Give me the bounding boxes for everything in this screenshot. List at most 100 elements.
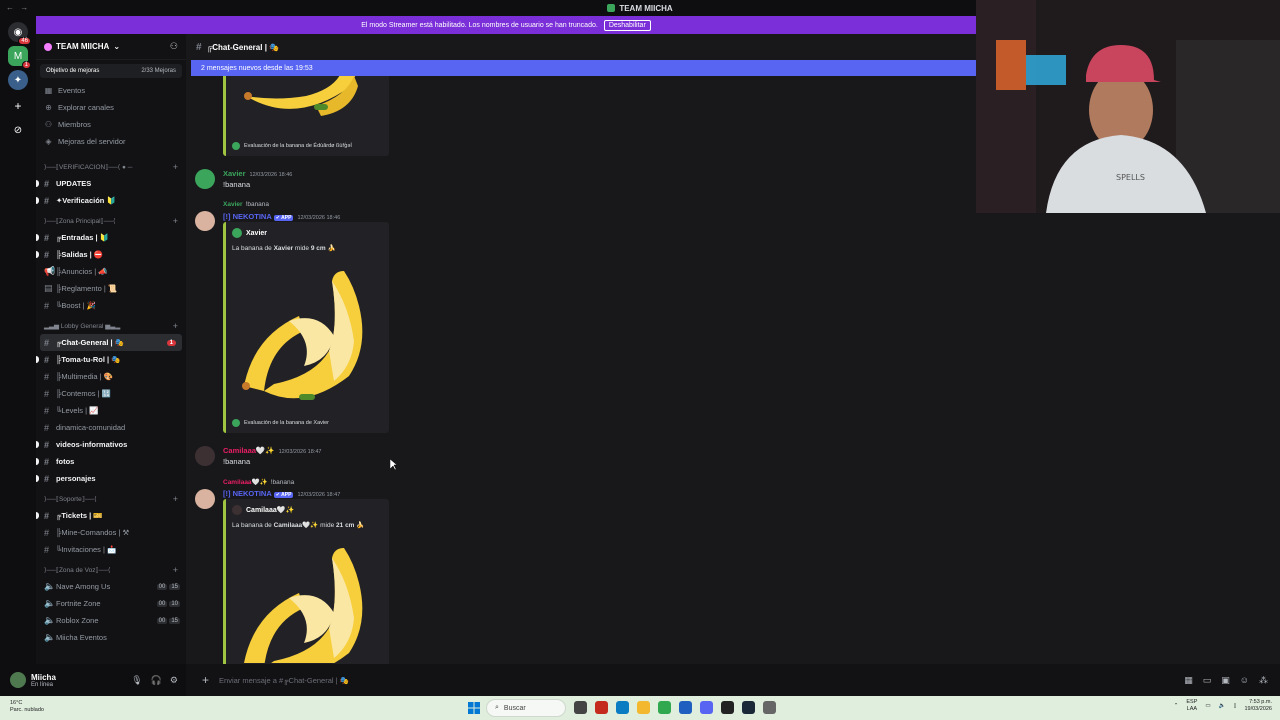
embed-card: Camilaaa🤍✨ La banana de Camilaaa🤍✨ mide … (223, 499, 389, 664)
server-other-icon[interactable]: ✦ (8, 70, 28, 90)
message-author[interactable]: [!] NEKOTINA ✔ APP 12/03/2026 18:46 (223, 212, 340, 221)
add-channel-icon[interactable]: + (173, 321, 178, 331)
gift-icon[interactable]: ▦ (1184, 675, 1193, 686)
message-author[interactable]: Camilaaa🤍✨ 12/03/2026 18:47 (223, 446, 321, 455)
boost-goal[interactable]: Objetivo de mejoras 2/33 Mejoras (40, 64, 182, 78)
channel-contemos[interactable]: # ╠Contemos | 🔢 (36, 385, 186, 402)
channel-reglamento[interactable]: ▤ ╠Reglamento | 📜 (36, 280, 186, 297)
channel-salidas[interactable]: # ╠Salidas | ⛔ (36, 246, 186, 263)
rules-icon: ▤ (44, 283, 53, 293)
windows-start-icon[interactable] (468, 702, 480, 714)
avatar[interactable] (195, 446, 215, 466)
chrome-icon[interactable] (658, 701, 671, 714)
channel-fotos[interactable]: # fotos (36, 453, 186, 470)
avatar[interactable] (10, 672, 26, 688)
volume-icon[interactable]: 🔈 (1219, 703, 1226, 709)
channel-verificacion[interactable]: # ✦Verificación 🔰 (36, 192, 186, 209)
voice-channel-fortnite[interactable]: 🔈 Fortnite Zone 00 10 (36, 595, 186, 612)
steam-icon[interactable] (742, 701, 755, 714)
server-header[interactable]: TEAM MIICHA ⌄ ⚇ (36, 34, 186, 60)
gif-icon[interactable]: ▭ (1203, 675, 1212, 686)
new-messages-bar[interactable]: 2 mensajes nuevos desde las 19:53 (191, 60, 976, 76)
voice-channel-roblox[interactable]: 🔈 Roblox Zone 00 15 (36, 612, 186, 629)
sidebar-item-mejoras[interactable]: ◈ Mejoras del servidor (36, 133, 186, 150)
channel-personajes[interactable]: # personajes (36, 470, 186, 487)
nav-arrows[interactable]: ← → (6, 3, 30, 12)
message-author[interactable]: Xavier 12/03/2026 18:46 (223, 169, 292, 178)
edge-icon[interactable] (616, 701, 629, 714)
sticker-icon[interactable]: ▣ (1221, 675, 1230, 686)
voice-channel-eventos[interactable]: 🔈 Miicha Eventos (36, 629, 186, 646)
user-info[interactable]: Miicha En línea (31, 673, 56, 688)
disable-streamer-button[interactable]: Deshabilitar (603, 19, 651, 31)
headphones-icon[interactable]: 🎧 (151, 675, 162, 686)
apps-icon[interactable]: ⁂ (1259, 675, 1268, 686)
avatar (232, 228, 242, 238)
add-member-icon[interactable]: ⚇ (170, 41, 178, 52)
app-icon[interactable] (595, 701, 608, 714)
add-channel-icon[interactable]: + (173, 565, 178, 575)
category-voz[interactable]: ⟩──⟦Zona de Voz⟧──⟨ + (36, 561, 186, 578)
file-explorer-icon[interactable] (637, 701, 650, 714)
category-soporte[interactable]: ⟩──⟦Soporte⟧──⟨ + (36, 490, 186, 507)
embed-author: Camilaaa🤍✨ (232, 505, 294, 515)
discover-icon[interactable]: ⊘ (8, 120, 28, 140)
emoji-icon[interactable]: ☺ (1240, 675, 1249, 686)
category-principal[interactable]: ⟩──⟦Zona Principal⟧──⟨ + (36, 212, 186, 229)
server-team-miicha-icon[interactable]: M1 (8, 46, 31, 69)
avatar[interactable] (195, 489, 215, 509)
category-verificacion[interactable]: ⟩──⟦VERIFICACION⟧──⟨ ● ─ + (36, 158, 186, 175)
channel-toma-rol[interactable]: # ╠Toma-tu-Rol | 🎭 (36, 351, 186, 368)
channel-levels[interactable]: # ╚Levels | 📈 (36, 402, 186, 419)
channel-anuncios[interactable]: 📢 ╠Anuncios | 📣 (36, 263, 186, 280)
channel-chat-general[interactable]: # ╔Chat-General | 🎭 1 (40, 334, 182, 351)
taskbar-search[interactable]: ⌕ Buscar (486, 699, 566, 717)
sidebar-item-eventos[interactable]: ▦ Eventos (36, 82, 186, 99)
channel-videos[interactable]: # videos-informativos (36, 436, 186, 453)
channel-mine[interactable]: # ╠Mine-Comandos | ⚒ (36, 524, 186, 541)
channel-entradas[interactable]: # ╔Entradas | 🔰 (36, 229, 186, 246)
voice-channel-among[interactable]: 🔈 Nave Among Us 00 15 (36, 578, 186, 595)
message-author[interactable]: [!] NEKOTINA ✔ APP 12/03/2026 18:47 (223, 489, 340, 498)
obs-icon[interactable] (721, 701, 734, 714)
sidebar-item-miembros[interactable]: ⚇ Miembros (36, 116, 186, 133)
store-icon[interactable] (679, 701, 692, 714)
add-channel-icon[interactable]: + (173, 162, 178, 172)
microphone-icon[interactable]: 🎙 (131, 675, 142, 686)
add-channel-icon[interactable]: + (173, 494, 178, 504)
message-input[interactable]: Enviar mensaje a #╔Chat-General | 🎭 (219, 676, 349, 685)
avatar[interactable] (195, 211, 215, 231)
language-indicator[interactable]: ESP LAA (1186, 699, 1197, 713)
chevron-up-icon[interactable]: ⌃ (1174, 703, 1179, 709)
hash-icon: # (44, 456, 50, 467)
sidebar-item-explorar[interactable]: ⊕ Explorar canales (36, 99, 186, 116)
svg-text:SPELLS: SPELLS (1116, 173, 1145, 182)
add-channel-icon[interactable]: + (173, 216, 178, 226)
clock[interactable]: 7:53 p.m. 19/03/2026 (1244, 699, 1272, 713)
add-server-icon[interactable]: + (8, 96, 28, 116)
channel-boost[interactable]: # ╚Boost | 🎉 (36, 297, 186, 314)
reply-preview[interactable]: Camilaaa🤍✨ !banana (223, 478, 294, 487)
hash-icon: # (44, 527, 50, 538)
channel-sidebar: TEAM MIICHA ⌄ ⚇ Objetivo de mejoras 2/33… (36, 34, 186, 664)
discord-icon[interactable] (700, 701, 713, 714)
weather-widget[interactable]: 16°C Parc. nublado (10, 700, 44, 714)
hash-icon: # (44, 178, 50, 189)
task-view-icon[interactable] (574, 701, 587, 714)
battery-icon[interactable]: ▯ (1233, 703, 1236, 709)
gear-icon[interactable]: ⚙ (170, 675, 178, 686)
avatar[interactable] (195, 169, 215, 189)
channel-multimedia[interactable]: # ╠Multimedia | 🎨 (36, 368, 186, 385)
category-lobby[interactable]: ▂▃▅ Lobby General ▅▃▂ + (36, 317, 186, 334)
channel-tickets[interactable]: # ╔Tickets | 🎫 (36, 507, 186, 524)
attach-plus-icon[interactable]: + (202, 673, 209, 687)
direct-messages-icon[interactable]: ◉ 46 (8, 22, 31, 45)
streamer-webcam-image: SPELLS (976, 0, 1280, 213)
network-icon[interactable]: ▭ (1205, 703, 1210, 709)
channel-invitaciones[interactable]: # ╚Invitaciones | 📩 (36, 541, 186, 558)
channel-dinamica[interactable]: # dinamica-comunidad (36, 419, 186, 436)
channel-updates[interactable]: # UPDATES (36, 175, 186, 192)
message-composer[interactable]: + Enviar mensaje a #╔Chat-General | 🎭 ▦ … (186, 664, 1280, 696)
settings-icon[interactable] (763, 701, 776, 714)
reply-preview[interactable]: Xavier !banana (223, 201, 269, 208)
